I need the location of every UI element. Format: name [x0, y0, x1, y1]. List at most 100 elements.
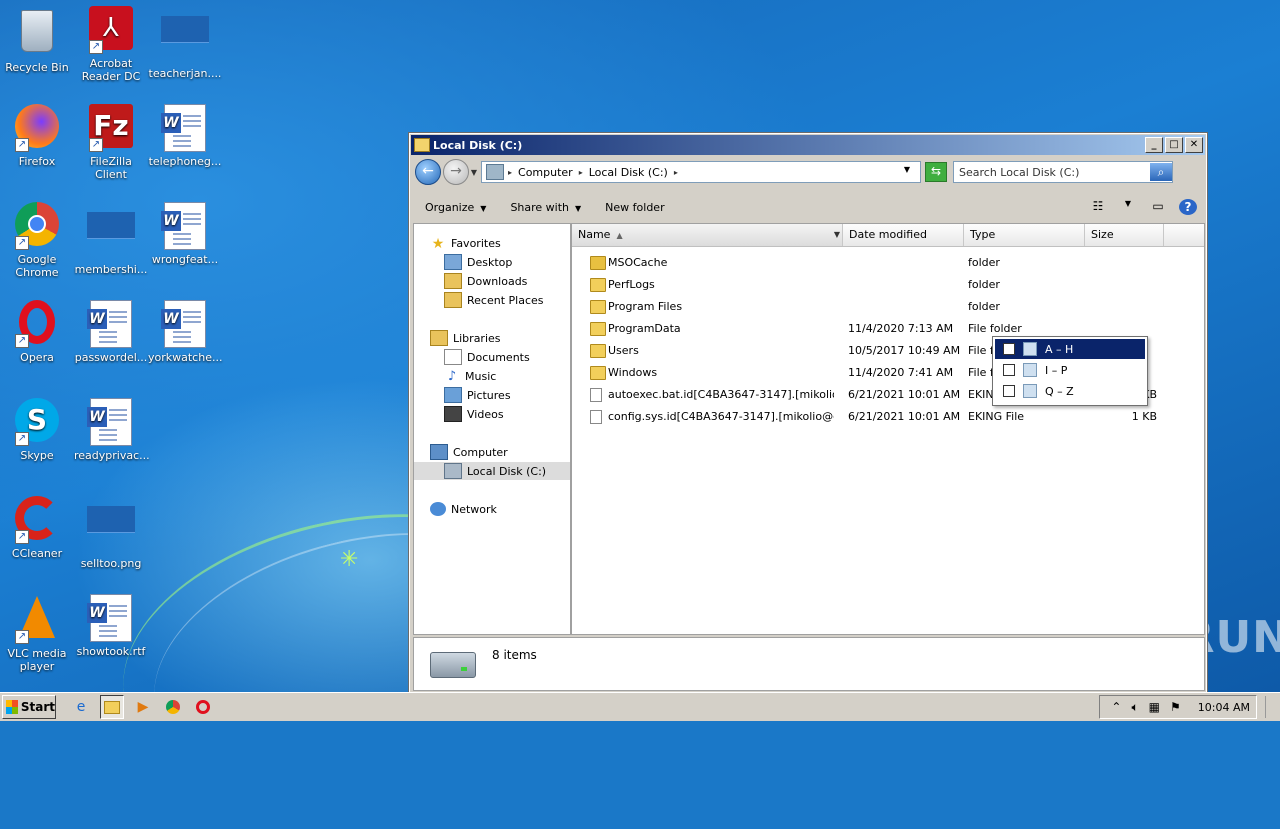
file-row[interactable]: Program Files folder — [572, 296, 1204, 318]
desktop-icon-label: Skype — [20, 449, 54, 462]
action-center-flag-icon[interactable]: ⚑ — [1170, 700, 1181, 714]
maximize-button[interactable]: □ — [1165, 137, 1183, 153]
music-icon: ♪ — [447, 369, 457, 384]
folder-icon — [590, 322, 606, 336]
minimize-button[interactable]: _ — [1145, 137, 1163, 153]
desktop-icon-ccleaner[interactable]: ↗ CCleaner — [0, 496, 74, 560]
filter-option-q-z[interactable]: Q – Z — [995, 381, 1145, 401]
search-icon[interactable]: ⌕ — [1150, 163, 1172, 181]
filter-option-a-h[interactable]: A – H — [995, 339, 1145, 359]
desktop-icon-membershi[interactable]: membershi... — [74, 202, 148, 276]
address-bar[interactable]: ▸ Computer ▸ Local Disk (C:) ▸ ▼ — [481, 161, 921, 183]
checkbox[interactable] — [1003, 343, 1015, 355]
filter-option-i-p[interactable]: I – P — [995, 360, 1145, 380]
desktop-icon-showtook[interactable]: showtook.rtf — [74, 594, 148, 658]
nav-videos[interactable]: Videos — [444, 405, 504, 423]
new-folder-button[interactable]: New folder — [593, 201, 676, 214]
word-document-icon — [87, 300, 135, 348]
desktop-icon-acrobat[interactable]: ⅄ ↗ Acrobat Reader DC — [74, 6, 148, 83]
column-name-label: Name — [578, 228, 611, 241]
clock[interactable]: 10:04 AM — [1198, 701, 1250, 714]
recycle-bin-icon — [13, 10, 61, 58]
share-with-label: Share with — [510, 200, 570, 214]
column-header-name[interactable]: Name ▲ ▼ — [572, 224, 843, 246]
column-header-type[interactable]: Type — [964, 224, 1085, 246]
start-label: Start — [20, 700, 55, 714]
volume-icon[interactable]: 🔈︎ — [1131, 700, 1138, 715]
start-button[interactable]: Start — [2, 695, 56, 719]
file-row[interactable]: MSOCache folder — [572, 252, 1204, 274]
checkbox[interactable] — [1003, 364, 1015, 376]
folder-icon — [590, 278, 606, 292]
breadcrumb-local-disk[interactable]: Local Disk (C:) — [589, 166, 668, 179]
desktop-icon-selltoo[interactable]: selltoo.png — [74, 496, 148, 570]
file-row[interactable]: config.sys.id[C4BA3647-3147].[mikolio@co… — [572, 406, 1204, 428]
nav-desktop[interactable]: Desktop — [444, 253, 512, 271]
windows-explorer-icon[interactable] — [100, 695, 124, 719]
chrome-taskbar-icon[interactable] — [162, 696, 184, 718]
breadcrumb-computer[interactable]: Computer — [518, 166, 573, 179]
folder-icon — [590, 256, 606, 270]
view-options-icon[interactable]: ☷ — [1089, 199, 1107, 215]
word-document-icon — [161, 104, 209, 152]
nav-favorites[interactable]: ★ Favorites — [430, 234, 501, 252]
file-icon — [87, 212, 135, 260]
desktop-icon-readyprivac[interactable]: readyprivac... — [74, 398, 150, 462]
nav-downloads[interactable]: Downloads — [444, 272, 527, 290]
help-icon[interactable]: ? — [1179, 199, 1197, 215]
search-input[interactable]: Search Local Disk (C:) — [954, 166, 1150, 179]
desktop-icon-vlc[interactable]: ↗ VLC media player — [0, 594, 74, 673]
desktop-icon-wrongfeat[interactable]: wrongfeat... — [148, 202, 222, 266]
file-icon — [161, 16, 209, 64]
network-tray-icon[interactable]: ▦ — [1149, 700, 1160, 714]
desktop-icon-chrome[interactable]: ↗ Google Chrome — [0, 202, 74, 279]
nav-network[interactable]: Network — [430, 500, 497, 518]
media-player-icon[interactable]: ▶ — [132, 696, 154, 718]
opera-taskbar-icon[interactable] — [192, 696, 214, 718]
refresh-button[interactable]: ⇆ — [925, 162, 947, 182]
nav-recent-places[interactable]: Recent Places — [444, 291, 544, 309]
back-button[interactable]: ← — [415, 159, 441, 185]
column-filter-dropdown-icon[interactable]: ▼ — [834, 224, 840, 246]
desktop-icon-opera[interactable]: ↗ Opera — [0, 300, 74, 364]
nav-libraries[interactable]: Libraries — [430, 329, 501, 347]
acrobat-icon: ⅄ ↗ — [87, 6, 135, 54]
window-titlebar[interactable]: Local Disk (C:) _ □ ✕ — [411, 135, 1205, 155]
view-dropdown-icon[interactable]: ▼ — [1119, 199, 1137, 215]
nav-pictures[interactable]: Pictures — [444, 386, 511, 404]
desktop-icon-yorkwatche[interactable]: yorkwatche... — [148, 300, 222, 364]
internet-explorer-icon[interactable]: e — [70, 696, 92, 718]
close-button[interactable]: ✕ — [1185, 137, 1203, 153]
organize-button[interactable]: Organize ▼ — [413, 201, 498, 214]
chevron-right-icon[interactable]: ▸ — [508, 168, 512, 177]
share-with-button[interactable]: Share with ▼ — [498, 201, 593, 214]
desktop-icon-recycle-bin[interactable]: Recycle Bin — [0, 6, 74, 74]
desktop-icon-label: Opera — [20, 351, 54, 364]
nav-computer[interactable]: Computer — [430, 443, 508, 461]
recent-pages-dropdown[interactable]: ▼ — [469, 168, 479, 177]
show-desktop-button[interactable] — [1265, 696, 1280, 718]
forward-button[interactable]: → — [443, 159, 469, 185]
nav-documents[interactable]: Documents — [444, 348, 530, 366]
desktop-icon-filezilla[interactable]: Fz ↗ FileZilla Client — [74, 104, 148, 181]
chevron-right-icon[interactable]: ▸ — [674, 168, 678, 177]
checkbox[interactable] — [1003, 385, 1015, 397]
nav-music[interactable]: ♪ Music — [444, 367, 496, 385]
recent-places-icon — [444, 292, 462, 308]
desktop-icon-firefox[interactable]: ↗ Firefox — [0, 104, 74, 168]
search-box[interactable]: Search Local Disk (C:) ⌕ — [953, 161, 1173, 183]
desktop-icon-skype[interactable]: S ↗ Skype — [0, 398, 74, 462]
shortcut-arrow-icon: ↗ — [15, 334, 29, 348]
desktop-icon-passwordel[interactable]: passwordel... — [74, 300, 148, 364]
desktop-icon-telephoneg[interactable]: telephoneg... — [148, 104, 222, 168]
show-hidden-icons-icon[interactable]: ⌃ — [1111, 700, 1121, 714]
desktop-icon-teacherjan[interactable]: teacherjan.... — [148, 6, 222, 80]
column-header-date-modified[interactable]: Date modified — [843, 224, 964, 246]
file-row[interactable]: PerfLogs folder — [572, 274, 1204, 296]
address-dropdown-icon[interactable]: ▼ — [904, 165, 910, 174]
column-header-size[interactable]: Size — [1085, 224, 1164, 246]
chevron-right-icon[interactable]: ▸ — [579, 168, 583, 177]
preview-pane-icon[interactable]: ▭ — [1149, 199, 1167, 215]
nav-local-disk[interactable]: Local Disk (C:) — [414, 462, 570, 480]
nav-label: Desktop — [467, 255, 513, 269]
